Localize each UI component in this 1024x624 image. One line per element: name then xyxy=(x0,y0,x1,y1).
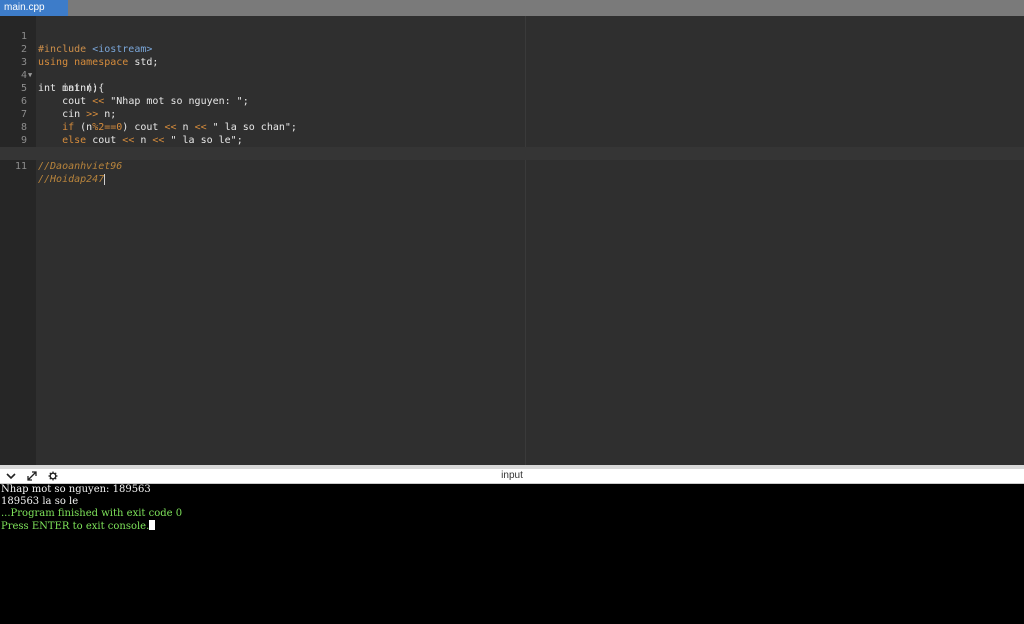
line-number: 11 xyxy=(14,161,27,172)
console-line-prompt: Press ENTER to exit console. xyxy=(1,520,1024,533)
console-line: Nhap mot so nguyen: 189563 xyxy=(1,484,151,495)
code-line[interactable]: 9 } xyxy=(0,121,1024,159)
code-editor[interactable]: 1 #include <iostream> 2 using namespace … xyxy=(0,16,1024,465)
code-line[interactable]: 8 else cout << n << " la so le"; xyxy=(0,108,1024,146)
text-cursor xyxy=(104,173,106,185)
code-line[interactable]: 4 int n; xyxy=(0,56,1024,94)
terminal-cursor xyxy=(149,520,156,530)
tab-bar: main.cpp xyxy=(0,0,1024,16)
tab-main-cpp[interactable]: main.cpp xyxy=(0,0,68,16)
code-line[interactable]: 2 using namespace std; xyxy=(0,30,1024,68)
code-line[interactable]: 1 #include <iostream> xyxy=(0,17,1024,55)
code-lines: 1 #include <iostream> 2 using namespace … xyxy=(0,17,1024,185)
console-output[interactable]: Nhap mot so nguyen: 189563 189563 la so … xyxy=(0,484,1024,624)
console-line: 189563 la so le xyxy=(1,496,79,507)
console-toolbar: input xyxy=(0,469,1024,484)
code-line[interactable]: 10 //Daoanhviet96 xyxy=(0,134,1024,172)
code-line[interactable]: 3 ▼ int main(){ xyxy=(0,43,1024,94)
code-line[interactable]: 6 cin >> n; xyxy=(0,82,1024,120)
code-line[interactable]: 7 if (n%2==0) cout << n << " la so chan"… xyxy=(0,95,1024,133)
code-line-active[interactable]: 11 //Hoidap247 xyxy=(0,147,1024,185)
console-title: input xyxy=(501,470,523,481)
code-line[interactable]: 5 cout << "Nhap mot so nguyen: "; xyxy=(0,69,1024,107)
console-line: ...Program finished with exit code 0 xyxy=(1,508,183,519)
